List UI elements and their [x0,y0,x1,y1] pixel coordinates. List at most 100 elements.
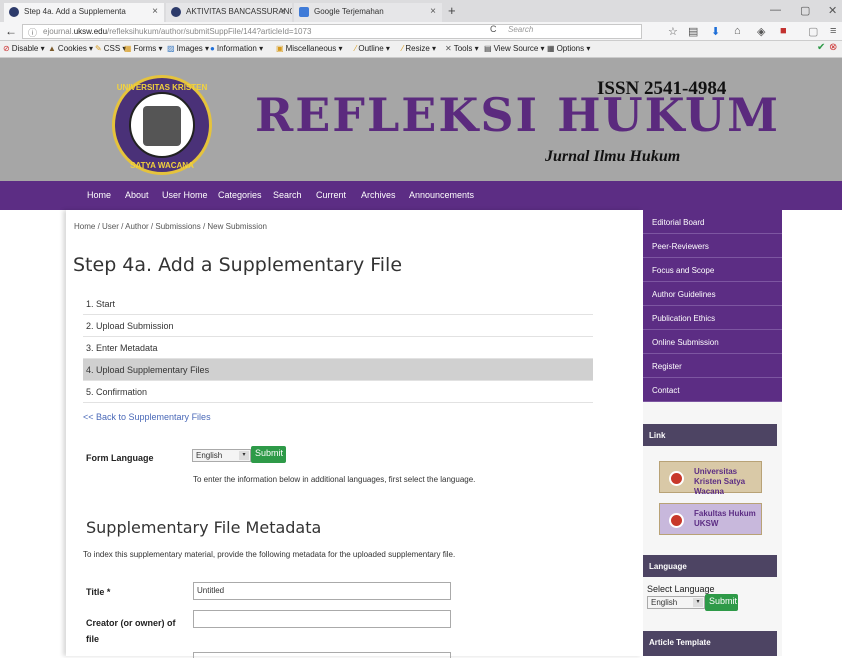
chevron-down-icon: ▾ [693,598,703,607]
dev-tools[interactable]: ✕ Tools ▾ [445,44,479,53]
sidebar-online-submission[interactable]: Online Submission [643,330,782,354]
reading-list-icon[interactable]: ▤ [688,25,698,38]
main-menu: Home About User Home Categories Search C… [0,181,842,210]
site-favicon-icon [9,7,19,17]
dev-images[interactable]: ▨ Images ▾ [167,44,209,53]
logo-ring [129,92,195,158]
maximize-button[interactable]: ▢ [800,4,810,17]
menu-user-home[interactable]: User Home [162,190,208,200]
browser-nav-bar: ← ⓘ ejournal.uksw.edu/refleksihukum/auth… [0,22,842,41]
title-input[interactable]: Untitled [193,582,451,600]
dev-disable[interactable]: ⊘ Disable ▾ [3,44,45,53]
tab-google-translate[interactable]: Google Terjemahan × [294,3,442,22]
new-tab-button[interactable]: + [448,3,456,18]
tab-aktivitas[interactable]: AKTIVITAS BANCASSURANC × [166,3,292,22]
back-to-supplementary-link[interactable]: << Back to Supplementary Files [83,412,211,422]
form-language-help: To enter the information below in additi… [193,475,476,484]
form-language-label: Form Language [86,453,154,463]
logo-emblem-icon [143,106,181,146]
menu-categories[interactable]: Categories [218,190,262,200]
dev-cookies[interactable]: ▲ Cookies ▾ [48,44,93,53]
article-template-heading: Article Template [643,631,777,656]
back-button[interactable]: ← [5,24,17,38]
menu-about[interactable]: About [125,190,149,200]
sidebar-focus-scope[interactable]: Focus and Scope [643,258,782,282]
url-domain: uksw.edu [73,27,108,36]
menu-archives[interactable]: Archives [361,190,396,200]
metadata-heading: Supplementary File Metadata [86,518,322,537]
step-confirmation[interactable]: 5. Confirmation [83,381,593,403]
site-header: UNIVERSITAS KRISTEN SATYA WACANA ISSN 25… [0,58,842,181]
validation-error-icon[interactable]: ⊗ [829,42,837,53]
close-tab-icon[interactable]: × [280,6,286,17]
close-tab-icon[interactable]: × [430,6,436,17]
dev-css[interactable]: ✎ CSS ▾ [95,44,126,53]
validation-ok-icon[interactable]: ✔ [817,42,825,53]
sidebar-editorial-board[interactable]: Editorial Board [643,210,782,234]
uksw-logo-icon [669,471,684,486]
sidebar: Editorial Board Peer-Reviewers Focus and… [643,210,782,656]
step-upload-submission[interactable]: 2. Upload Submission [83,315,593,337]
tab-step-4a[interactable]: Step 4a. Add a Supplementa × [4,3,164,22]
url-path: /refleksihukum/author/submitSuppFile/144… [107,27,312,36]
url-prefix: ejournal. [43,27,74,36]
sidebar-register[interactable]: Register [643,354,782,378]
next-field-input[interactable] [193,652,451,658]
menu-current[interactable]: Current [316,190,346,200]
fh-logo-icon [669,513,684,528]
bookmark-star-icon[interactable]: ☆ [668,25,678,38]
menu-home[interactable]: Home [87,190,111,200]
site-favicon-icon [171,7,181,17]
addon-icon[interactable]: ■ [780,25,787,37]
form-language-select[interactable]: English ▾ [192,449,251,462]
select-language-label: Select Language [647,584,715,594]
browser-tab-bar: Step 4a. Add a Supplementa × AKTIVITAS B… [0,0,842,22]
dev-resize[interactable]: ⁄ Resize ▾ [402,44,436,53]
reload-button[interactable]: C [490,24,497,34]
sidebar-author-guidelines[interactable]: Author Guidelines [643,282,782,306]
metadata-description: To index this supplementary material, pr… [83,550,456,559]
title-label: Title * [86,587,111,597]
fakultas-hukum-banner[interactable]: Fakultas Hukum UKSW [659,503,762,535]
step-enter-metadata[interactable]: 3. Enter Metadata [83,337,593,359]
dev-miscellaneous[interactable]: ▣ Miscellaneous ▾ [276,44,343,53]
creator-input[interactable] [193,610,451,628]
form-language-submit-button[interactable]: Submit [251,446,286,463]
language-submit-button[interactable]: Submit [705,594,738,611]
breadcrumb[interactable]: Home / User / Author / Submissions / New… [74,222,267,231]
close-tab-icon[interactable]: × [152,6,158,17]
pocket-icon[interactable]: ◈ [757,25,765,38]
info-icon[interactable]: ⓘ [28,26,37,38]
language-heading: Language [643,555,777,577]
menu-search[interactable]: Search [273,190,302,200]
sidebar-publication-ethics[interactable]: Publication Ethics [643,306,782,330]
dev-outline[interactable]: ⁄ Outline ▾ [355,44,390,53]
search-input[interactable]: Search [508,25,533,34]
university-logo: UNIVERSITAS KRISTEN SATYA WACANA [112,75,212,175]
menu-announcements[interactable]: Announcements [409,190,474,200]
menu-icon[interactable]: ≡ [830,25,836,37]
google-translate-icon [299,7,309,17]
step-start[interactable]: 1. Start [83,293,593,315]
main-content: Home / User / Author / Submissions / New… [66,210,643,658]
sidebar-peer-reviewers[interactable]: Peer-Reviewers [643,234,782,258]
dev-options[interactable]: ▦ Options ▾ [547,44,590,53]
link-heading: Link [643,424,777,446]
journal-title: REFLEKSI HUKUM [255,88,781,142]
download-icon[interactable]: ⬇ [711,25,720,38]
chevron-down-icon: ▾ [239,451,249,460]
step-upload-supplementary[interactable]: 4. Upload Supplementary Files [83,359,593,381]
web-developer-toolbar: ⊘ Disable ▾ ▲ Cookies ▾ ✎ CSS ▾ ▦ Forms ▾ ▨ I… [0,41,842,58]
minimize-button[interactable]: — [770,4,781,16]
sidebar-contact[interactable]: Contact [643,378,782,402]
dev-forms[interactable]: ▦ Forms ▾ [124,44,162,53]
sidebar-icon[interactable]: ▢ [808,25,818,38]
tab-label: Step 4a. Add a Supplementa [24,7,126,16]
url-bar[interactable]: ⓘ ejournal.uksw.edu/refleksihukum/author… [22,24,642,39]
language-select[interactable]: English ▾ [647,596,705,609]
home-icon[interactable]: ⌂ [734,25,741,37]
dev-information[interactable]: ● Information ▾ [210,44,263,53]
close-window-button[interactable]: ✕ [828,4,837,17]
dev-view-source[interactable]: ▤ View Source ▾ [484,44,545,53]
uksw-banner[interactable]: Universitas Kristen Satya Wacana [659,461,762,496]
